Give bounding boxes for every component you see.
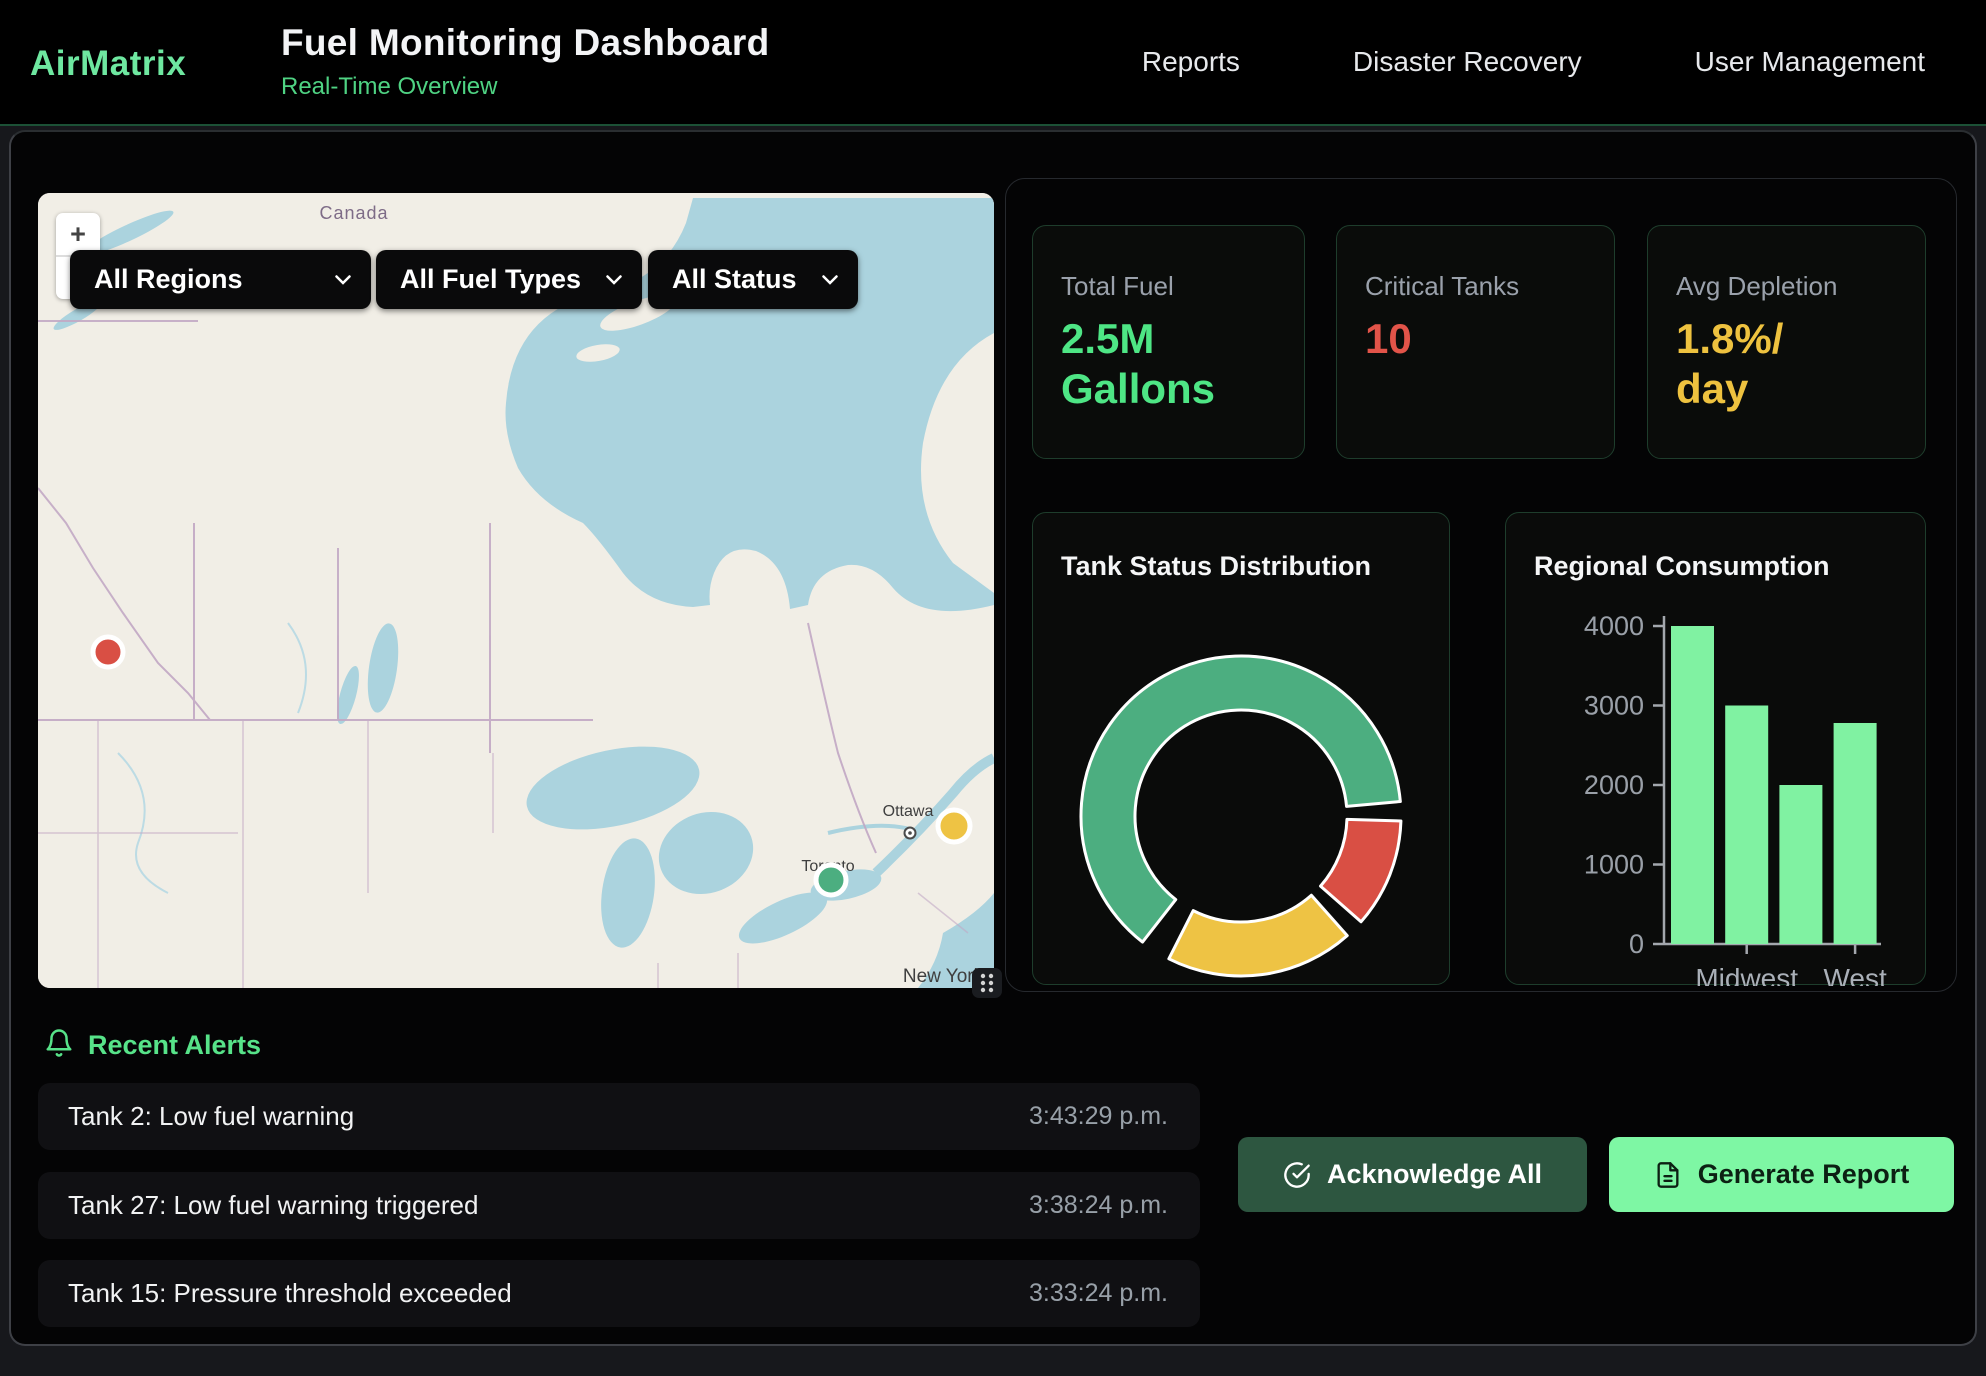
y-tick-label: 4000 <box>1584 611 1644 641</box>
map-label-ottawa: Ottawa <box>883 803 934 820</box>
tank-status-card: Tank Status Distribution <box>1032 512 1450 985</box>
alert-list-item[interactable]: Tank 2: Low fuel warning 3:43:29 p.m. <box>38 1083 1200 1150</box>
alert-list-item[interactable]: Tank 15: Pressure threshold exceeded 3:3… <box>38 1260 1200 1327</box>
map-resize-grip-icon[interactable] <box>972 968 1002 998</box>
tank-marker-normal[interactable] <box>816 865 846 895</box>
nav-disaster-recovery[interactable]: Disaster Recovery <box>1353 46 1582 78</box>
tank-marker-critical[interactable] <box>93 637 123 667</box>
alert-timestamp: 3:38:24 p.m. <box>1029 1191 1168 1220</box>
donut-segment-red <box>1321 819 1401 921</box>
y-tick-label: 2000 <box>1584 770 1644 800</box>
chevron-down-icon <box>822 275 838 285</box>
page-title: Fuel Monitoring Dashboard <box>281 22 769 64</box>
nav-reports[interactable]: Reports <box>1142 46 1240 78</box>
acknowledge-all-label: Acknowledge All <box>1327 1159 1542 1190</box>
stat-value: 10 <box>1365 314 1588 364</box>
title-block: Fuel Monitoring Dashboard Real-Time Over… <box>281 22 769 101</box>
bar-region-0 <box>1671 626 1714 944</box>
alert-timestamp: 3:33:24 p.m. <box>1029 1279 1168 1308</box>
alerts-heading-text: Recent Alerts <box>88 1030 261 1061</box>
fuel-monitoring-dashboard: AirMatrix Fuel Monitoring Dashboard Real… <box>0 0 1986 1376</box>
tank-marker-warning[interactable] <box>938 810 970 842</box>
region-filter-dropdown[interactable]: All Regions <box>70 250 371 309</box>
map-label-canada: Canada <box>319 203 388 223</box>
y-tick-label: 1000 <box>1584 850 1644 880</box>
donut-chart-title: Tank Status Distribution <box>1061 551 1371 582</box>
y-tick-label: 3000 <box>1584 691 1644 721</box>
x-tick-label: West <box>1823 963 1886 986</box>
y-tick-label: 0 <box>1629 929 1644 959</box>
stat-value: 2.5MGallons <box>1061 314 1278 413</box>
status-filter-value: All Status <box>672 264 797 295</box>
stat-label: Avg Depletion <box>1676 271 1899 302</box>
status-filter-dropdown[interactable]: All Status <box>648 250 858 309</box>
header: AirMatrix Fuel Monitoring Dashboard Real… <box>0 0 1986 126</box>
brand-logo: AirMatrix <box>30 44 186 84</box>
bar-region-1 <box>1725 706 1768 945</box>
main-nav: Reports Disaster Recovery User Managemen… <box>1142 0 1925 124</box>
stat-card-avg-depletion: Avg Depletion 1.8%/day <box>1647 225 1926 459</box>
chevron-down-icon <box>606 275 622 285</box>
fuel-type-filter-dropdown[interactable]: All Fuel Types <box>376 250 642 309</box>
ottawa-town-icon <box>905 828 916 839</box>
fuel-type-filter-value: All Fuel Types <box>400 264 581 295</box>
alert-timestamp: 3:43:29 p.m. <box>1029 1102 1168 1131</box>
regional-consumption-bar-chart: 0 1000 2000 3000 4000 Midwest West <box>1506 513 1927 986</box>
bell-icon <box>44 1028 74 1063</box>
alert-text: Tank 2: Low fuel warning <box>68 1101 354 1132</box>
page-subtitle: Real-Time Overview <box>281 73 769 101</box>
nav-user-management[interactable]: User Management <box>1695 46 1925 78</box>
map-canvas[interactable]: Canada Ottawa Toronto New York <box>38 193 994 988</box>
region-filter-value: All Regions <box>94 264 243 295</box>
stat-card-total-fuel: Total Fuel 2.5MGallons <box>1032 225 1305 459</box>
donut-segment-yellow <box>1169 895 1347 976</box>
map-container[interactable]: Canada Ottawa Toronto New York + − All R… <box>38 193 994 988</box>
stat-card-critical-tanks: Critical Tanks 10 <box>1336 225 1615 459</box>
bar-region-3 <box>1834 723 1877 944</box>
x-tick-label: Midwest <box>1695 963 1798 986</box>
bar-region-2 <box>1779 785 1822 944</box>
generate-report-button[interactable]: Generate Report <box>1609 1137 1954 1212</box>
regional-consumption-card: Regional Consumption 01000200030004000Mi… <box>1505 512 1926 985</box>
stat-label: Total Fuel <box>1061 271 1278 302</box>
alert-text: Tank 15: Pressure threshold exceeded <box>68 1278 512 1309</box>
check-circle-icon <box>1283 1161 1311 1189</box>
chevron-down-icon <box>335 275 351 285</box>
generate-report-label: Generate Report <box>1698 1159 1910 1190</box>
tank-status-donut-chart <box>1033 593 1451 986</box>
alert-list-item[interactable]: Tank 27: Low fuel warning triggered 3:38… <box>38 1172 1200 1239</box>
alert-text: Tank 27: Low fuel warning triggered <box>68 1190 478 1221</box>
map-zoom-in-button[interactable]: + <box>56 213 100 255</box>
stat-label: Critical Tanks <box>1365 271 1588 302</box>
acknowledge-all-button[interactable]: Acknowledge All <box>1238 1137 1587 1212</box>
alerts-heading: Recent Alerts <box>44 1028 261 1063</box>
stat-value: 1.8%/day <box>1676 314 1899 413</box>
document-icon <box>1654 1161 1682 1189</box>
